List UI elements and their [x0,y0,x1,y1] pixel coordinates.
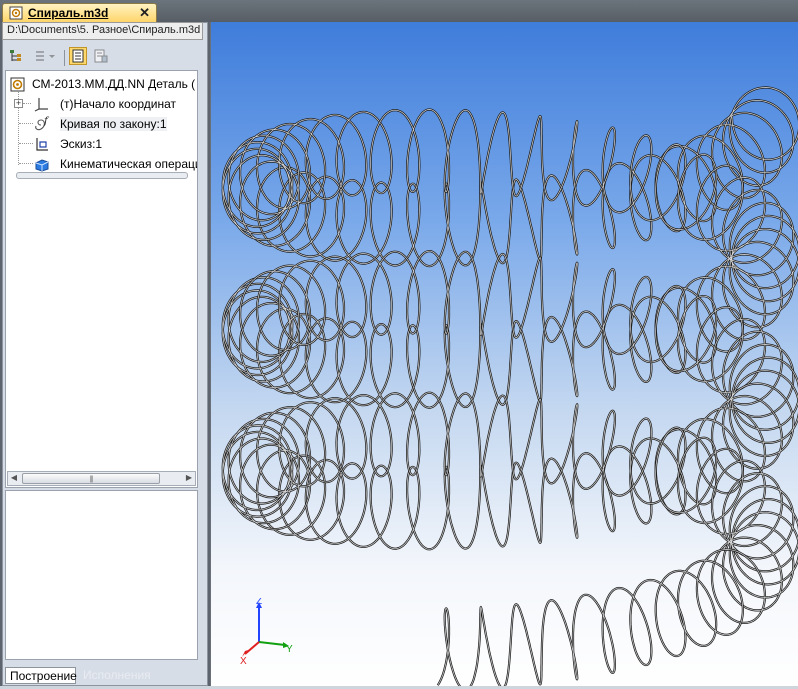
y-axis-label: Y [286,644,293,655]
spring-coil-segment [436,548,765,686]
y-axis [258,641,286,646]
tab-construction[interactable]: Построение [5,667,77,684]
tree-structure-icon [10,50,21,61]
spring-model [221,86,798,686]
x-axis [244,641,260,655]
tree-connector [19,143,33,144]
filter-dropdown-button[interactable] [31,47,59,65]
part-icon [10,77,25,92]
tree-structure-button[interactable] [7,47,25,65]
document-tab-title: Спираль.m3d [28,6,109,20]
sweep-operation-icon [35,159,49,172]
grip-icon: ||| [89,476,94,483]
tree-item-label: Кривая по закону:1 [60,117,167,131]
svg-text:f: f [43,116,50,127]
z-axis-label: Z [256,598,262,607]
tree-connector [19,163,33,164]
tab-versions[interactable]: Исполнения [79,667,151,684]
tree-item-sweep-operation[interactable]: Кинематическая операци [32,155,198,173]
properties-page-icon [94,49,108,63]
spring-coil-highlight [677,154,798,352]
axis-triad: Z Y X [240,598,293,667]
tree-connector [23,103,31,104]
tree-connector [19,123,33,124]
formula-curve-icon: f [35,116,50,131]
tree-item-formula-curve[interactable]: f Кривая по закону:1 [32,115,197,133]
build-tree-icon [72,49,84,63]
spring-coil-highlight [655,437,798,624]
document-tab[interactable]: Спираль.m3d ✕ [2,3,157,22]
tree-item-label: (т)Начало координат [60,97,177,111]
tree-item-sketch[interactable]: Эскиз:1 [32,135,197,153]
spring-coil-segment [676,153,798,353]
tree-horizontal-scrollbar[interactable]: ◀ ||| ▶ [7,471,196,486]
toolbar-separator [64,50,65,66]
spring-coil-segment [221,276,418,409]
feature-tree: СМ-2013.ММ.ДД.NN Деталь ( + (т)Начало ко… [5,70,198,488]
properties-page-button[interactable] [92,47,110,65]
tree-item-label: Эскиз:1 [60,137,103,151]
model-viewport[interactable]: Z Y X [210,22,798,686]
tree-item-origin[interactable]: (т)Начало координат [32,95,197,113]
spring-coil-segment [369,108,718,231]
spring-coil-highlight [406,277,744,409]
scrollbar-thumb[interactable]: ||| [22,473,160,484]
build-tree-button[interactable] [69,47,87,65]
part-document-icon [9,6,23,20]
expand-icon[interactable]: + [14,99,23,108]
tree-item-scrollbar[interactable] [16,172,188,179]
path-tooltip: D:\Documents\5. Разное\Спираль.m3d [2,22,203,40]
tree-item-part[interactable]: СМ-2013.ММ.ДД.NN Деталь ( [8,75,197,93]
document-tab-bar: Спираль.m3d ✕ [0,0,798,22]
origin-icon [34,98,48,112]
sketch-icon [36,138,48,151]
scroll-left-icon[interactable]: ◀ [8,472,20,485]
x-axis-label: X [240,656,247,667]
filter-dropdown-icon [36,51,55,61]
scroll-right-icon[interactable]: ▶ [183,472,195,485]
properties-area [5,490,198,660]
spring-coil-highlight [222,276,417,408]
spring-coil-segment [221,397,368,531]
close-icon[interactable]: ✕ [139,5,150,21]
tree-item-label: СМ-2013.ММ.ДД.NN Деталь ( [32,77,196,91]
tree-item-label: Кинематическая операци [60,157,198,171]
